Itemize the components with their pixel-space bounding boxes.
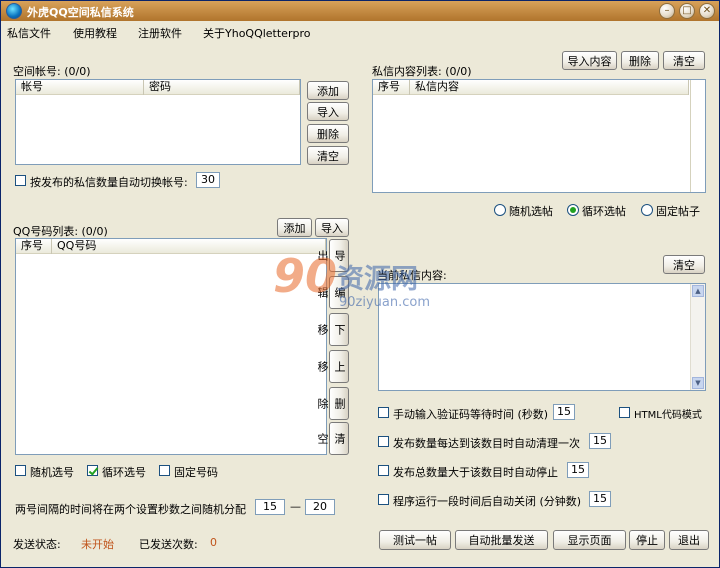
message-clear-button[interactable]: 清空 bbox=[663, 51, 705, 70]
status-label: 发送状态: bbox=[13, 538, 61, 551]
interval-label: 两号间隔的时间将在两个设置秒数之间随机分配 bbox=[15, 503, 246, 516]
menu-tutorial[interactable]: 使用教程 bbox=[73, 25, 117, 41]
window-title: 外虎QQ空间私信系统 bbox=[27, 6, 134, 19]
auto-stop-label: 发布总数量大于该数目时自动停止 bbox=[393, 466, 558, 479]
sent-count-label: 已发送次数: bbox=[139, 538, 198, 551]
cycle-qq-checkbox[interactable] bbox=[87, 465, 98, 476]
menu-register[interactable]: 注册软件 bbox=[138, 25, 182, 41]
account-delete-button[interactable]: 删除 bbox=[307, 124, 349, 143]
main-window: 外虎QQ空间私信系统 – □ ✕ 私信文件 使用教程 注册软件 关于YhoQQl… bbox=[0, 0, 720, 568]
watermark-number: 90 bbox=[273, 249, 338, 303]
auto-batch-send-button[interactable]: 自动批量发送 bbox=[455, 530, 548, 550]
captcha-wait-label: 手动输入验证码等待时间 (秒数) bbox=[393, 408, 549, 421]
accounts-table[interactable]: 帐号 密码 bbox=[15, 79, 301, 165]
auto-stop-checkbox[interactable] bbox=[378, 465, 389, 476]
app-icon bbox=[6, 3, 22, 19]
fixed-post-radio[interactable] bbox=[641, 204, 653, 216]
scroll-up-icon[interactable]: ▲ bbox=[692, 285, 704, 297]
fixed-qq-label: 固定号码 bbox=[174, 466, 218, 479]
account-import-button[interactable]: 导入 bbox=[307, 102, 349, 121]
current-clear-button[interactable]: 清空 bbox=[663, 255, 705, 274]
auto-switch-checkbox[interactable] bbox=[15, 175, 26, 186]
random-qq-label: 随机选号 bbox=[30, 466, 74, 479]
accounts-label: 空间帐号: (0/0) bbox=[13, 65, 91, 78]
messages-table-header: 序号 私信内容 bbox=[373, 80, 689, 95]
column-msg-content[interactable]: 私信内容 bbox=[410, 80, 689, 95]
status-value: 未开始 bbox=[81, 538, 114, 551]
auto-stop-input[interactable]: 15 bbox=[567, 462, 589, 478]
close-icon[interactable]: ✕ bbox=[699, 3, 715, 19]
column-qq-index[interactable]: 序号 bbox=[16, 239, 52, 254]
qq-clear-button[interactable]: 清空 bbox=[316, 422, 349, 455]
auto-clean-checkbox[interactable] bbox=[378, 436, 389, 447]
captcha-wait-checkbox[interactable] bbox=[378, 407, 389, 418]
menu-file[interactable]: 私信文件 bbox=[7, 25, 51, 41]
auto-close-checkbox[interactable] bbox=[378, 494, 389, 505]
scroll-down-icon[interactable]: ▼ bbox=[692, 377, 704, 389]
qq-move-up-button[interactable]: 上移 bbox=[316, 350, 349, 383]
qq-list-label: QQ号码列表: (0/0) bbox=[13, 225, 108, 238]
cycle-post-label: 循环选帖 bbox=[582, 205, 626, 218]
column-account[interactable]: 帐号 bbox=[16, 80, 144, 95]
fixed-post-label: 固定帖子 bbox=[656, 205, 700, 218]
qq-delete-button[interactable]: 删除 bbox=[316, 387, 349, 420]
qq-add-button[interactable]: 添加 bbox=[277, 218, 312, 237]
messages-table[interactable]: 序号 私信内容 bbox=[372, 79, 706, 193]
current-message-scrollbar[interactable]: ▲ ▼ bbox=[690, 284, 705, 390]
minimize-icon[interactable]: – bbox=[659, 3, 675, 19]
auto-clean-input[interactable]: 15 bbox=[589, 433, 611, 449]
show-page-button[interactable]: 显示页面 bbox=[553, 530, 626, 550]
menu-about[interactable]: 关于YhoQQletterpro bbox=[203, 25, 310, 41]
auto-close-input[interactable]: 15 bbox=[589, 491, 611, 507]
stop-button[interactable]: 停止 bbox=[629, 530, 665, 550]
qq-move-down-button[interactable]: 下移 bbox=[316, 313, 349, 346]
account-clear-button[interactable]: 清空 bbox=[307, 146, 349, 165]
cycle-post-radio[interactable] bbox=[567, 204, 579, 216]
menu-bar: 私信文件 使用教程 注册软件 关于YhoQQletterpro bbox=[1, 21, 719, 43]
account-add-button[interactable]: 添加 bbox=[307, 81, 349, 100]
import-content-button[interactable]: 导入内容 bbox=[562, 51, 617, 70]
exit-button[interactable]: 退出 bbox=[669, 530, 709, 550]
column-password[interactable]: 密码 bbox=[144, 80, 300, 95]
captcha-wait-input[interactable]: 15 bbox=[553, 404, 575, 420]
qq-import-button[interactable]: 导入 bbox=[315, 218, 349, 237]
sent-count-value: 0 bbox=[210, 536, 217, 549]
title-bar[interactable]: 外虎QQ空间私信系统 – □ ✕ bbox=[1, 1, 719, 21]
maximize-icon[interactable]: □ bbox=[679, 3, 695, 19]
auto-close-label: 程序运行一段时间后自动关闭 (分钟数) bbox=[393, 495, 582, 508]
messages-scrollbar[interactable] bbox=[690, 80, 705, 192]
accounts-table-header: 帐号 密码 bbox=[16, 80, 300, 95]
html-mode-checkbox[interactable] bbox=[619, 407, 630, 418]
random-qq-checkbox[interactable] bbox=[15, 465, 26, 476]
messages-label: 私信内容列表: (0/0) bbox=[372, 65, 472, 78]
random-post-label: 随机选帖 bbox=[509, 205, 553, 218]
watermark-logo: 90 资源网 90ziyuan.com bbox=[273, 249, 483, 317]
auto-switch-input[interactable]: 30 bbox=[196, 172, 220, 188]
interval-min-input[interactable]: 15 bbox=[255, 499, 285, 515]
fixed-qq-checkbox[interactable] bbox=[159, 465, 170, 476]
watermark-url: 90ziyuan.com bbox=[339, 295, 431, 310]
test-post-button[interactable]: 测试一帖 bbox=[379, 530, 451, 550]
html-mode-label: HTML代码模式 bbox=[634, 410, 702, 421]
interval-separator: — bbox=[290, 500, 301, 513]
cycle-qq-label: 循环选号 bbox=[102, 466, 146, 479]
auto-clean-label: 发布数量每达到该数目时自动清理一次 bbox=[393, 437, 580, 450]
message-delete-button[interactable]: 删除 bbox=[621, 51, 659, 70]
watermark-text: 资源网 bbox=[337, 264, 418, 295]
random-post-radio[interactable] bbox=[494, 204, 506, 216]
interval-max-input[interactable]: 20 bbox=[305, 499, 335, 515]
column-msg-index[interactable]: 序号 bbox=[373, 80, 410, 95]
auto-switch-label: 按发布的私信数量自动切换帐号: bbox=[30, 176, 188, 189]
